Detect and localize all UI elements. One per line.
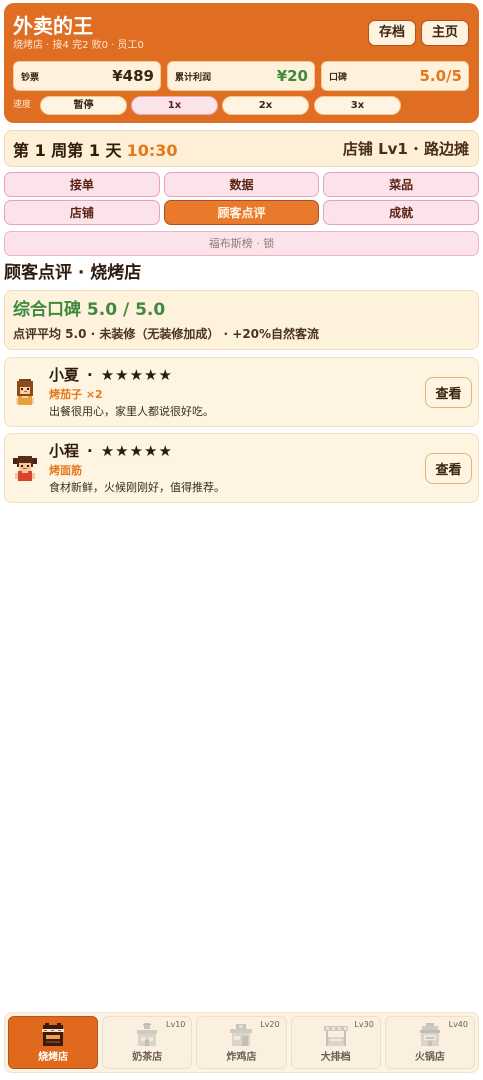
separator: · [87, 442, 93, 460]
nav-item-label: 烧烤店 [38, 1052, 69, 1063]
speed-1x-button[interactable]: 1x [131, 96, 218, 115]
day-status-bar: 第 1 周第 1 天 10:30 店铺 Lv1 · 路边摊 [4, 130, 479, 167]
review-comment: 食材新鲜，火候刚刚好，值得推荐。 [49, 481, 225, 494]
stat-value: 5.0/5 [419, 67, 463, 85]
tab-shop[interactable]: 店铺 [4, 200, 160, 225]
nav-item-bbq[interactable]: 烧烤店 [8, 1016, 99, 1069]
review-comment: 出餐很用心，家里人都说很好吃。 [49, 405, 214, 418]
week-day-label: 第 1 周第 1 天 [13, 140, 122, 160]
stat-label: 钞票 [21, 72, 40, 83]
section-title: 顾客点评 · 烧烤店 [4, 263, 142, 283]
reviewer-name: 小夏 [49, 366, 80, 384]
stat-value: ¥20 [276, 67, 308, 85]
nav-item-food-stall[interactable]: Lv30 大排档 [290, 1016, 381, 1069]
tab-menu[interactable]: 菜品 [323, 172, 479, 197]
speed-2x-button[interactable]: 2x [222, 96, 309, 115]
speed-label: 速度 [13, 100, 32, 110]
speed-control: 速度 暂停 1x 2x 3x [13, 96, 403, 115]
nav-item-fried-chicken[interactable]: Lv20 炸鸡店 [196, 1016, 287, 1069]
nav-item-label: 奶茶店 [132, 1052, 163, 1063]
nav-item-hotpot[interactable]: Lv40 火锅店 [384, 1016, 475, 1069]
tab-forbes-locked[interactable]: 福布斯榜 · 锁 [4, 231, 479, 256]
reviewer-name: 小程 [49, 442, 80, 460]
tab-data[interactable]: 数据 [163, 172, 320, 197]
speed-3x-button[interactable]: 3x [314, 96, 401, 115]
stat-label: 累计利润 [175, 72, 212, 83]
game-screen: 外卖的王 烧烤店 · 接4 完2 败0 · 员工0 存档 主页 钞票 ¥489 … [0, 0, 483, 1080]
hotpot-shop-icon [419, 1023, 440, 1046]
star-rating: ★★★★★ [100, 366, 173, 384]
game-clock: 10:30 [126, 140, 178, 160]
home-button[interactable]: 主页 [421, 20, 469, 46]
reputation-summary-card: 综合口碑 5.0 / 5.0 点评平均 5.0 · 未装修（无装修加成） · +… [4, 290, 479, 350]
unlock-level-badge: Lv20 [260, 1020, 280, 1029]
girl-brown-hair-avatar-icon [16, 379, 34, 405]
save-button[interactable]: 存档 [368, 20, 416, 46]
view-review-button[interactable]: 查看 [425, 377, 472, 408]
reputation-detail: 点评平均 5.0 · 未装修（无装修加成） · +20%自然客流 [13, 327, 320, 341]
speed-pause-button[interactable]: 暂停 [40, 96, 127, 115]
shop-level-label: 店铺 Lv1 · 路边摊 [342, 140, 469, 158]
stat-card-profit: 累计利润 ¥20 [167, 61, 315, 91]
reviewer-line: 小夏 · ★★★★★ [49, 366, 173, 385]
nav-item-milk-tea[interactable]: Lv10 奶茶店 [102, 1016, 193, 1069]
tab-orders[interactable]: 接单 [4, 172, 160, 197]
game-date: 第 1 周第 1 天 10:30 [13, 137, 178, 161]
unlock-level-badge: Lv40 [448, 1020, 468, 1029]
tab-reviews[interactable]: 顾客点评 [163, 200, 320, 225]
stat-card-reputation: 口碑 5.0/5 [321, 61, 469, 91]
girl-pigtails-avatar-icon [13, 456, 37, 481]
shop-summary-line: 烧烤店 · 接4 完2 败0 · 员工0 [13, 40, 144, 51]
ordered-dish: 烤面筋 [49, 464, 82, 477]
food-stall-icon [323, 1026, 348, 1046]
stats-row: 钞票 ¥489 累计利润 ¥20 口碑 5.0/5 [13, 61, 469, 91]
unlock-level-badge: Lv10 [166, 1020, 186, 1029]
review-card: 小程 · ★★★★★ 烤面筋 食材新鲜，火候刚刚好，值得推荐。 查看 [4, 433, 479, 503]
nav-item-label: 大排档 [320, 1052, 351, 1063]
view-review-button[interactable]: 查看 [425, 453, 472, 484]
shop-switcher-nav: 烧烤店 Lv10 奶茶店 Lv20 炸鸡店 Lv30 大排档 Lv40 火锅店 [4, 1012, 479, 1073]
milk-tea-shop-icon [137, 1023, 158, 1046]
stat-value: ¥489 [112, 67, 154, 85]
header-panel: 外卖的王 烧烤店 · 接4 完2 败0 · 员工0 存档 主页 钞票 ¥489 … [4, 3, 479, 123]
nav-item-label: 火锅店 [414, 1052, 445, 1063]
ordered-dish: 烤茄子 ×2 [49, 388, 103, 401]
overall-reputation: 综合口碑 5.0 / 5.0 [13, 300, 166, 320]
tab-achievements[interactable]: 成就 [323, 200, 479, 225]
stat-label: 口碑 [329, 72, 348, 83]
fried-chicken-shop-icon [230, 1024, 253, 1046]
app-title: 外卖的王 [13, 14, 93, 38]
separator: · [87, 366, 93, 384]
nav-item-label: 炸鸡店 [226, 1052, 257, 1063]
review-card: 小夏 · ★★★★★ 烤茄子 ×2 出餐很用心，家里人都说很好吃。 查看 [4, 357, 479, 427]
bbq-stall-icon [42, 1023, 65, 1046]
star-rating: ★★★★★ [100, 442, 173, 460]
stat-card-cash: 钞票 ¥489 [13, 61, 161, 91]
reviewer-line: 小程 · ★★★★★ [49, 442, 173, 461]
main-tabs: 接单 数据 菜品 店铺 顾客点评 成就 [4, 172, 479, 225]
unlock-level-badge: Lv30 [354, 1020, 374, 1029]
